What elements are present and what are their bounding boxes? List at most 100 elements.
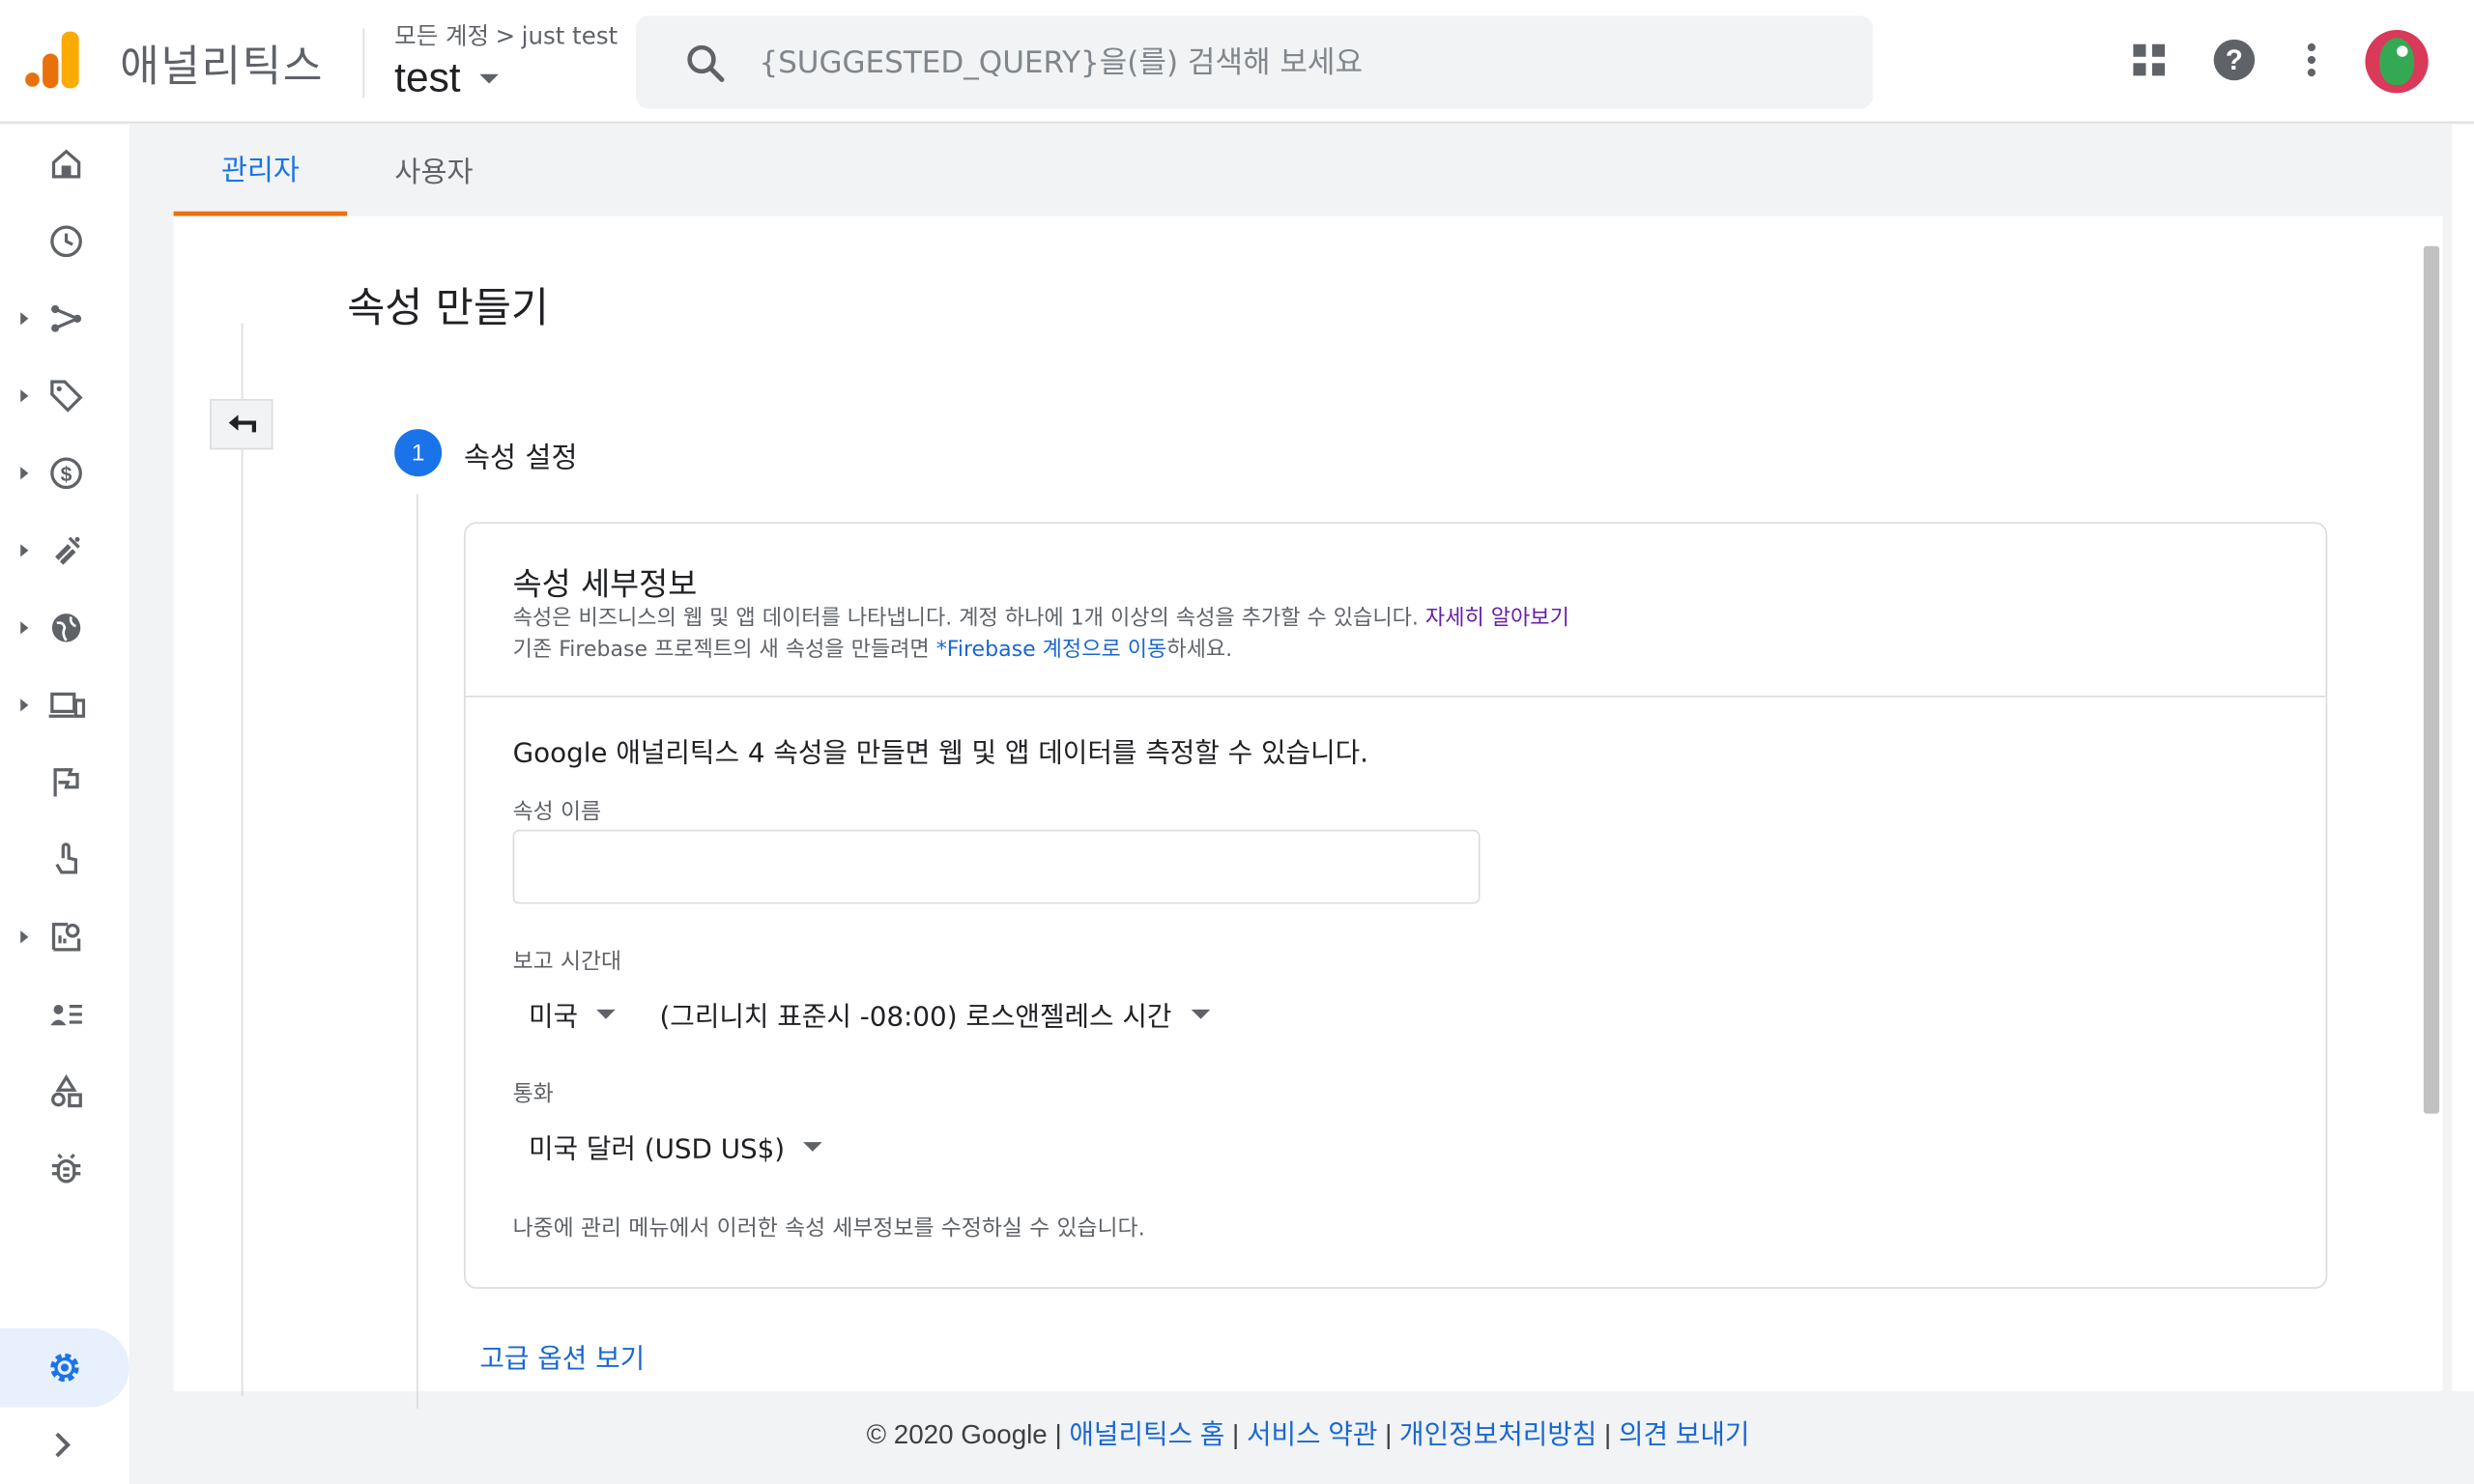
desc-line2-prefix: 기존 Firebase 프로젝트의 새 속성을 만들려면	[512, 637, 936, 663]
app-title: 애널리틱스	[120, 43, 325, 92]
expand-arrow-icon	[20, 389, 29, 403]
expand-arrow-icon	[20, 621, 29, 635]
footer-link-terms[interactable]: 서비스 약관	[1247, 1419, 1377, 1449]
property-name-input[interactable]	[512, 829, 1481, 904]
main-panel: 속성 만들기 1 속성 설정 속성 세부정보 속성은 비즈니스의 웹 및 앱 데…	[173, 215, 2443, 1410]
footer-sep: |	[1377, 1419, 1400, 1450]
scrollbar-track[interactable]	[2452, 124, 2474, 1392]
chevron-down-icon	[1191, 1009, 1210, 1018]
firebase-link[interactable]: *Firebase 계정으로 이동	[936, 638, 1167, 663]
expand-arrow-icon	[20, 544, 29, 557]
dollar-icon: $	[50, 457, 82, 490]
card-description: 속성은 비즈니스의 웹 및 앱 데이터를 나타냅니다. 계정 하나에 1개 이상…	[513, 603, 1569, 666]
home-icon	[51, 149, 81, 179]
nav-explore[interactable]	[0, 905, 129, 968]
property-name-label: 속성 이름	[512, 799, 602, 825]
timezone-select[interactable]: (그리니치 표준시 -08:00) 로스앤젤레스 시간	[659, 994, 1210, 1034]
country-value: 미국	[528, 1001, 579, 1034]
more-vert-icon[interactable]	[2287, 35, 2337, 85]
edit-later-note: 나중에 관리 메뉴에서 이러한 속성 세부정보를 수정하실 수 있습니다.	[512, 1215, 1145, 1241]
card-header: 속성 세부정보 속성은 비즈니스의 웹 및 앱 데이터를 나타냅니다. 계정 하…	[465, 524, 2326, 698]
svg-text:?: ?	[2226, 44, 2243, 76]
bug-icon	[51, 1153, 81, 1184]
learn-more-link[interactable]: 자세히 알아보기	[1425, 606, 1569, 631]
tab-user[interactable]: 사용자	[347, 125, 521, 216]
step-label: 속성 설정	[464, 442, 578, 475]
flag-icon	[53, 768, 79, 797]
currency-value: 미국 달러 (USD US$)	[528, 1133, 786, 1166]
left-nav: $	[0, 124, 129, 1484]
nav-home[interactable]	[0, 132, 129, 195]
property-selector[interactable]: test	[394, 54, 499, 103]
chevron-down-icon	[596, 1009, 617, 1018]
step-connector	[417, 494, 418, 1410]
gear-icon	[50, 1353, 79, 1383]
magnet-icon	[55, 536, 80, 565]
footer-copyright: © 2020 Google	[866, 1419, 1048, 1450]
nav-lifecycle[interactable]	[0, 287, 129, 350]
globe-icon	[51, 614, 81, 642]
property-selector-value: test	[394, 53, 461, 101]
audience-list-icon	[50, 1005, 82, 1026]
analytics-window: 애널리틱스 모든 계정>just test test ?	[0, 0, 2474, 1484]
apps-grid-icon[interactable]	[2124, 35, 2174, 85]
chevron-down-icon	[803, 1141, 823, 1152]
timezone-label: 보고 시간대	[512, 949, 622, 976]
devices-icon	[48, 692, 86, 718]
desc-line2-suffix: 하세요.	[1166, 637, 1233, 663]
nav-realtime[interactable]	[0, 210, 129, 272]
nav-audiences[interactable]	[0, 983, 129, 1045]
nav-debugview[interactable]	[0, 1137, 129, 1200]
nav-conversions[interactable]	[0, 828, 129, 891]
nav-events[interactable]	[0, 751, 129, 813]
step-number: 1	[394, 429, 443, 477]
currency-select[interactable]: 미국 달러 (USD US$)	[528, 1127, 823, 1166]
search-icon	[687, 44, 725, 82]
clock-icon	[50, 225, 82, 258]
breadcrumb[interactable]: 모든 계정 > just test	[394, 19, 618, 52]
branch-icon	[51, 304, 82, 332]
footer-link-feedback[interactable]: 의견 보내기	[1619, 1419, 1749, 1449]
shapes-icon	[51, 1074, 82, 1108]
scrollbar-thumb[interactable]	[2423, 245, 2440, 1114]
search-bar[interactable]	[635, 15, 1874, 109]
footer-link-privacy[interactable]: 개인정보처리방침	[1399, 1419, 1597, 1449]
card-title: 속성 세부정보	[512, 564, 698, 603]
arrow-back-icon	[228, 414, 256, 433]
nav-monetization[interactable]: $	[0, 442, 129, 504]
header-divider	[362, 28, 365, 99]
footer: © 2020 Google | 애널리틱스 홈 | 서비스 약관 | 개인정보처…	[0, 1412, 2474, 1451]
tab-admin[interactable]: 관리자	[173, 125, 348, 216]
search-input[interactable]	[759, 44, 1832, 80]
stepper-rail	[241, 323, 244, 1396]
property-details-card: 속성 세부정보 속성은 비즈니스의 웹 및 앱 데이터를 나타냅니다. 계정 하…	[464, 522, 2328, 1289]
footer-link-analytics-home[interactable]: 애널리틱스 홈	[1069, 1419, 1224, 1449]
avatar[interactable]	[2365, 30, 2429, 94]
breadcrumb-account[interactable]: just test	[522, 22, 618, 50]
nav-admin[interactable]	[0, 1327, 129, 1408]
page-title: 속성 만들기	[347, 285, 549, 333]
chevron-down-icon	[479, 72, 499, 83]
analytics-logo-icon[interactable]	[25, 31, 82, 92]
admin-tabs: 관리자 사용자	[173, 124, 2443, 216]
help-icon[interactable]: ?	[2209, 35, 2259, 85]
nav-retention[interactable]	[0, 519, 129, 582]
breadcrumb-separator: >	[495, 21, 516, 51]
advanced-options-link[interactable]: 고급 옵션 보기	[479, 1336, 645, 1376]
timezone-value: (그리니치 표준시 -08:00) 로스앤젤레스 시간	[659, 1001, 1172, 1034]
footer-sep: |	[1224, 1419, 1247, 1450]
nav-configure[interactable]	[0, 1060, 129, 1123]
nav-tech[interactable]	[0, 673, 129, 736]
analytics-report-icon	[51, 923, 81, 952]
back-button[interactable]	[210, 399, 273, 450]
nav-acquisition[interactable]	[0, 364, 129, 427]
expand-arrow-icon	[20, 312, 29, 326]
desc-line1: 속성은 비즈니스의 웹 및 앱 데이터를 나타냅니다. 계정 하나에 1개 이상…	[512, 605, 1419, 632]
breadcrumb-root[interactable]: 모든 계정	[394, 22, 489, 50]
footer-sep: |	[1597, 1419, 1619, 1450]
top-app-bar: 애널리틱스 모든 계정>just test test ?	[0, 0, 2474, 124]
country-select[interactable]: 미국	[528, 994, 617, 1034]
expand-arrow-icon	[20, 467, 29, 480]
svg-text:$: $	[61, 464, 72, 486]
nav-demographics[interactable]	[0, 596, 129, 659]
